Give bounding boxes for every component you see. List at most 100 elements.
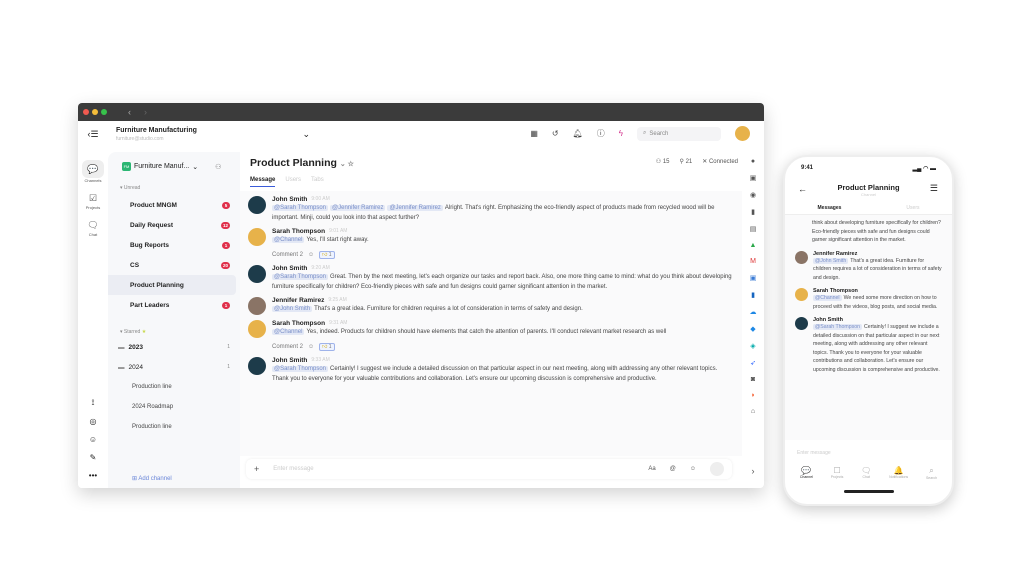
gmail-icon[interactable]: M (750, 258, 756, 265)
calendar-icon[interactable]: ▣ (750, 174, 757, 182)
qr-code-icon[interactable]: ▦ (530, 129, 538, 138)
rail-item-projects[interactable]: ☑ Projects (82, 191, 104, 211)
unread-section-label[interactable]: ▾ Unread (120, 185, 240, 191)
more-icon[interactable]: ••• (89, 471, 97, 480)
workspace-selector[interactable]: FM Furniture Manuf... ⌄ ⚇ (122, 162, 240, 171)
rocket-icon[interactable]: ➶ (750, 359, 756, 367)
sidebar-subchannel[interactable]: Production line (108, 417, 240, 437)
reaction-chip[interactable]: 👍︎ 1 (319, 343, 335, 351)
avatar[interactable] (248, 228, 266, 246)
rail-item-chat[interactable]: 🗨 Chat (82, 218, 104, 238)
add-reaction-icon[interactable]: ☺ (308, 252, 314, 258)
sidebar-subchannel[interactable]: 2024 Roadmap (108, 397, 240, 417)
phone-tab-messages[interactable]: Messages (818, 205, 842, 211)
back-arrow-icon[interactable]: ← (798, 184, 807, 194)
message-author[interactable]: John Smith (272, 357, 307, 364)
maximize-button[interactable] (101, 109, 107, 115)
mention-chip[interactable]: @Sarah Thompson (272, 366, 329, 372)
store-icon[interactable]: ⌂ (751, 408, 755, 415)
help-icon[interactable]: ⓘ (597, 128, 605, 139)
outlook-icon[interactable]: ▮ (751, 291, 755, 299)
tab-users[interactable]: Users (285, 177, 301, 187)
comment-count[interactable]: Comment 2 (272, 252, 303, 258)
sidebar-channel[interactable]: Bug Reports 1 (108, 235, 236, 255)
tab-message[interactable]: Message (250, 177, 276, 187)
nav-item-search[interactable]: ⌕ Search (926, 466, 937, 480)
rail-item-channels[interactable]: 💬 Channels (82, 160, 104, 183)
people-icon[interactable]: ◉ (750, 191, 756, 199)
avatar[interactable] (795, 250, 808, 264)
google-drive-icon[interactable]: ▲ (750, 242, 757, 249)
message-author[interactable]: John Smith (272, 265, 307, 272)
user-avatar[interactable] (735, 126, 750, 141)
avatar[interactable] (248, 297, 266, 315)
sidebar-folder[interactable]: ▬ 2024 1 (108, 357, 240, 377)
notes-icon[interactable]: ✎ (90, 453, 97, 462)
message-author[interactable]: Jennifer Ramirez (272, 297, 324, 304)
minimize-button[interactable] (92, 109, 98, 115)
message-author[interactable]: Sarah Thompson (272, 228, 325, 235)
starred-section-label[interactable]: ▾ Starred ★ (120, 329, 240, 335)
avatar[interactable] (248, 265, 266, 283)
file-icon[interactable]: ▤ (750, 225, 757, 233)
onedrive-icon[interactable]: ☁ (750, 308, 757, 316)
mention-chip[interactable]: @Sarah Thompson (272, 205, 329, 211)
bot-icon[interactable]: ☺ (89, 435, 97, 444)
add-channel-button[interactable]: ⊞ Add channel (132, 475, 172, 482)
emoji-icon[interactable]: ☺ (690, 466, 696, 472)
mention-chip[interactable]: @John Smith (272, 306, 313, 312)
app-logo-icon[interactable]: ϟ (619, 129, 623, 138)
tab-tabs[interactable]: Tabs (311, 177, 324, 187)
history-icon[interactable]: ↺ (552, 129, 559, 138)
reaction-chip[interactable]: 👍︎ 1 (319, 251, 335, 259)
bookmark-icon[interactable]: ▮ (751, 208, 755, 216)
mention-icon[interactable]: @ (670, 466, 676, 472)
phone-tab-users[interactable]: Users (906, 205, 919, 211)
text-format-icon[interactable]: Aa (648, 466, 655, 472)
nav-item-channel[interactable]: 💬 Channel (800, 466, 813, 480)
send-button[interactable] (710, 462, 724, 476)
plus-icon[interactable]: + (254, 464, 259, 474)
chat-icon[interactable]: ● (751, 158, 755, 165)
sidebar-channel[interactable]: Product MNGM 5 (108, 195, 236, 215)
org-chart-icon[interactable]: ⟟ (92, 398, 95, 408)
sidebar-folder[interactable]: ▬ 2023 1 (108, 337, 240, 357)
mention-chip[interactable]: @Jennifer Ramirez (387, 205, 443, 211)
comment-count[interactable]: Comment 2 (272, 344, 303, 350)
forward-icon[interactable]: › (144, 107, 147, 117)
search-input[interactable]: ⌕ Search (637, 126, 721, 141)
members-count[interactable]: ⚇ 15 (656, 158, 670, 165)
bell-icon[interactable]: 🔔︎ (573, 129, 583, 138)
nav-item-notifications[interactable]: 🔔 Notifications (889, 466, 908, 480)
teams-icon[interactable]: ◆ (750, 325, 755, 333)
connection-status[interactable]: ✕ Connected (702, 158, 738, 165)
channel-title[interactable]: Product Planning ⌄ ☆ (250, 157, 354, 169)
mention-chip[interactable]: @Channel (272, 329, 305, 335)
sidebar-channel[interactable]: Product Planning (108, 275, 236, 295)
message-author[interactable]: John Smith (272, 196, 307, 203)
avatar[interactable] (248, 320, 266, 338)
collapse-menu-icon[interactable]: ‹☰ (87, 129, 98, 140)
sidebar-channel[interactable]: CS 20 (108, 255, 236, 275)
close-button[interactable] (83, 109, 89, 115)
target-icon[interactable]: ◎ (90, 417, 97, 426)
avatar[interactable] (248, 196, 266, 214)
expand-icon[interactable]: › (752, 466, 755, 476)
message-input[interactable]: + Enter message Aa @ ☺ (246, 459, 732, 479)
mention-chip[interactable]: @Channel (813, 295, 842, 301)
avatar[interactable] (795, 317, 808, 330)
phone-message-input[interactable]: Enter message (785, 440, 952, 458)
github-icon[interactable]: ◙ (751, 376, 755, 383)
avatar[interactable] (795, 288, 808, 301)
mention-chip[interactable]: @Sarah Thompson (813, 324, 862, 330)
menu-icon[interactable]: ☰ (930, 183, 938, 194)
mention-chip[interactable]: @Sarah Thompson (272, 274, 329, 280)
add-member-icon[interactable]: ⚇ (215, 163, 221, 171)
calendar-app-icon[interactable]: ▣ (750, 274, 757, 282)
app-icon[interactable]: ◈ (750, 342, 755, 350)
sidebar-channel[interactable]: Part Leaders 1 (108, 295, 236, 315)
nav-item-chat[interactable]: 🗨 Chat (861, 466, 871, 480)
mention-chip[interactable]: @John Smith (813, 257, 849, 264)
avatar[interactable] (248, 357, 266, 375)
message-author[interactable]: Sarah Thompson (272, 320, 325, 327)
